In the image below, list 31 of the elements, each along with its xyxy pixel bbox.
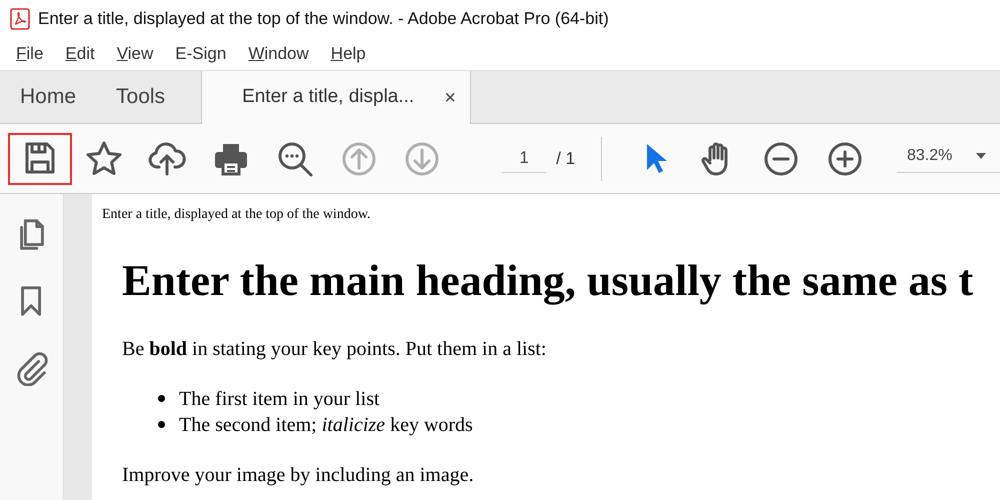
tab[interactable]: Home: [0, 71, 96, 123]
page-header-text: Enter a title, displayed at the top of the window.: [102, 206, 372, 224]
menu-item[interactable]: Window: [240, 41, 317, 67]
cloud-upload-icon: [148, 140, 186, 178]
window-title: Enter a title, displayed at the top of the window. - Adobe Acrobat Pro (64-bit): [38, 8, 609, 30]
list-item: The first item in your list: [179, 386, 380, 412]
close-icon[interactable]: ×: [444, 82, 456, 112]
zoom-dropdown[interactable]: 83.2%: [896, 144, 1000, 173]
star-icon: [84, 140, 123, 178]
paragraph: Improve your image by including an image.: [122, 462, 475, 488]
list-item: The second item; italicize key words: [179, 412, 473, 438]
menu-item[interactable]: View: [108, 41, 162, 67]
search-icon: [276, 140, 314, 178]
pdf-icon: [10, 8, 30, 30]
document-tab[interactable]: Enter a title, displa... ×: [201, 71, 472, 124]
toolbar-button[interactable]: [8, 132, 72, 184]
main-heading: Enter the main heading, usually the same as t: [122, 255, 974, 307]
menu-item[interactable]: Help: [322, 41, 374, 67]
bullet: [158, 395, 165, 402]
paragraph: Be bold in stating your key points. Put them in a list:: [122, 336, 548, 362]
bullet: [158, 421, 165, 428]
caret-icon: [976, 153, 986, 159]
zoom-in-icon: [826, 140, 864, 178]
menu-item[interactable]: E-Sign: [167, 41, 234, 67]
tab-title: Enter a title, displa...: [242, 85, 414, 110]
page-count: / 1: [556, 148, 576, 170]
menu-item[interactable]: Edit: [57, 41, 103, 67]
zoom-out-icon: [762, 140, 800, 178]
menu-item[interactable]: File: [8, 41, 52, 67]
page-number-field[interactable]: 1: [502, 144, 546, 173]
tab[interactable]: Tools: [96, 71, 186, 123]
